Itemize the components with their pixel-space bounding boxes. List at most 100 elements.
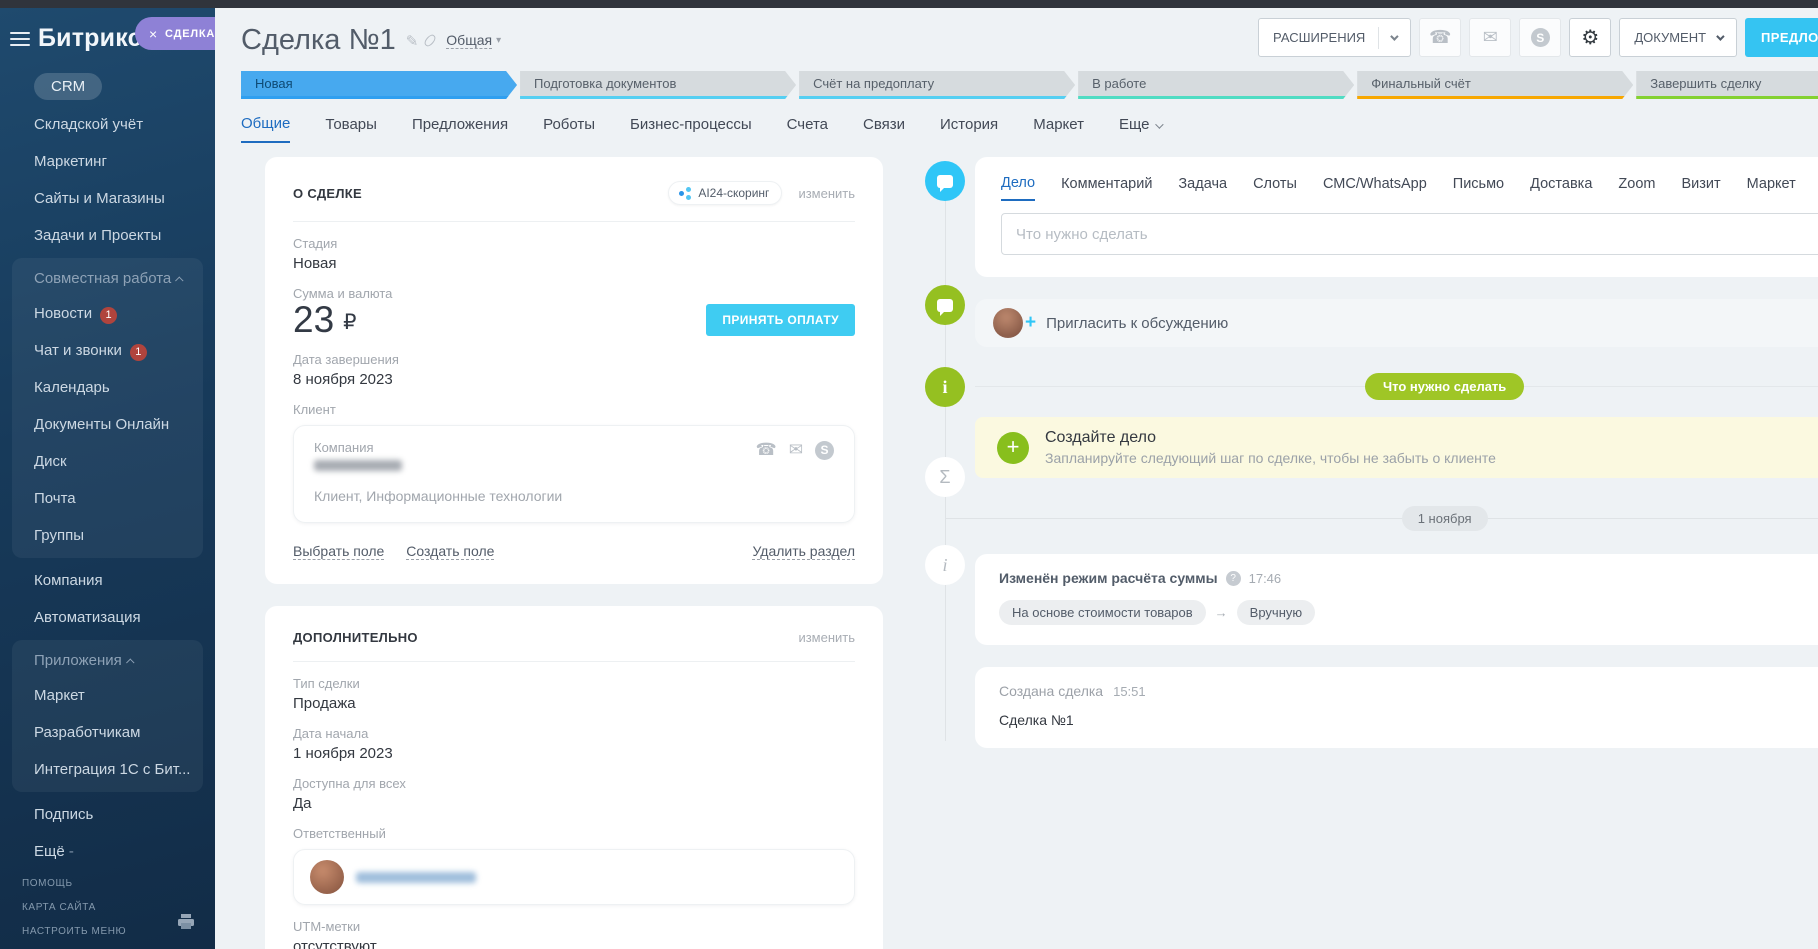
tab-quotes[interactable]: Предложения [412, 116, 508, 142]
todo-input[interactable] [1001, 213, 1818, 255]
sidebar-item-news[interactable]: Новости 1 [12, 295, 203, 332]
proposal-button[interactable]: ПРЕДЛОЖЕНИЕ [1745, 18, 1818, 57]
stage-value[interactable]: Новая [293, 255, 855, 272]
call-button[interactable]: ☎ [1419, 18, 1462, 57]
deal-type-value[interactable]: Продажа [293, 695, 855, 712]
stage-close-deal[interactable]: Завершить сделку [1636, 71, 1818, 99]
tab-invoices[interactable]: Счета [787, 116, 828, 142]
tl-tab-visit[interactable]: Визит [1681, 176, 1720, 200]
timeline-entry-deal-created[interactable]: Создана сделка 15:51 Сделка №1 [975, 667, 1818, 748]
timeline-entry-sum-mode[interactable]: Изменён режим расчёта суммы ? 17:46 На о… [975, 554, 1818, 645]
deal-tab-chip[interactable]: × СДЕЛКА [135, 17, 215, 50]
sidebar-item-groups[interactable]: Группы [12, 517, 203, 554]
sidebar-header-collab[interactable]: Совместная работа [12, 262, 203, 295]
tl-tab-task[interactable]: Задача [1178, 176, 1227, 200]
tab-robots[interactable]: Роботы [543, 116, 595, 142]
edit-section-link[interactable]: изменить [798, 186, 855, 201]
sidebar-item-chat[interactable]: Чат и звонки 1 [12, 332, 203, 369]
stage-final-invoice[interactable]: Финальный счёт [1357, 71, 1633, 99]
sidebar-item-calendar[interactable]: Календарь [12, 369, 203, 406]
sidebar-item-crm[interactable]: CRM [34, 73, 103, 100]
sitemap-link[interactable]: КАРТА САЙТА [22, 902, 126, 913]
company-name-redacted[interactable] [314, 460, 402, 471]
sidebar-item-signature[interactable]: Подпись [12, 796, 203, 833]
tl-tab-delivery[interactable]: Доставка [1530, 176, 1592, 200]
sidebar-header-apps[interactable]: Приложения [12, 644, 203, 677]
sidebar-item-tasks[interactable]: Задачи и Проекты [12, 217, 203, 254]
hamburger-menu-icon[interactable] [10, 28, 30, 50]
1c-icon[interactable]: Ѕ [815, 440, 834, 460]
envelope-icon[interactable]: ✉ [789, 440, 803, 460]
stage-docs[interactable]: Подготовка документов [520, 71, 796, 99]
configure-menu-link[interactable]: НАСТРОИТЬ МЕНЮ [22, 926, 126, 937]
field-stage: Стадия Новая [293, 236, 855, 272]
sidebar-item-documents[interactable]: Документы Онлайн [12, 406, 203, 443]
tab-history[interactable]: История [940, 116, 998, 142]
amount-value[interactable]: 23 [293, 301, 334, 338]
chevron-down-icon[interactable] [1390, 31, 1399, 41]
close-date-value[interactable]: 8 ноября 2023 [293, 371, 855, 388]
client-card[interactable]: Компания ☎ ✉ Ѕ Клиент, Информационные те… [293, 425, 855, 523]
responsible-name-redacted[interactable] [356, 871, 476, 883]
todo-pill-button[interactable]: Что нужно сделать [1364, 372, 1525, 400]
tab-market[interactable]: Маркет [1033, 116, 1084, 142]
invite-discussion-row[interactable]: + Пригласить к обсуждению [975, 299, 1818, 347]
close-icon[interactable]: × [149, 26, 158, 42]
tl-tab-letter[interactable]: Письмо [1453, 176, 1504, 200]
sidebar-item-inventory[interactable]: Складской учёт [12, 106, 203, 143]
sidebar-item-1c-integration[interactable]: Интеграция 1С с Бит... [12, 751, 203, 788]
stage-prepay-invoice[interactable]: Счёт на предоплату [799, 71, 1075, 99]
phone-icon[interactable]: ☎ [756, 440, 777, 460]
stage-in-progress[interactable]: В работе [1078, 71, 1354, 99]
help-icon[interactable]: ? [1225, 570, 1241, 586]
settings-button[interactable]: ⚙ [1569, 18, 1612, 57]
edit-pencil-icon[interactable]: ✎ [406, 32, 419, 50]
tl-tab-market[interactable]: Маркет [1747, 176, 1796, 200]
sidebar-item-developers[interactable]: Разработчикам [12, 714, 203, 751]
pipeline-category-dropdown[interactable]: Общая [446, 32, 493, 49]
email-button[interactable]: ✉ [1469, 18, 1512, 57]
document-button[interactable]: ДОКУМЕНТ [1619, 18, 1738, 57]
tab-products[interactable]: Товары [325, 116, 377, 142]
link-icon[interactable] [423, 32, 438, 49]
tl-tab-zoom[interactable]: Zoom [1618, 176, 1655, 200]
tl-tab-slots[interactable]: Слоты [1253, 176, 1297, 200]
available-value[interactable]: Да [293, 795, 855, 812]
sidebar-item-mail[interactable]: Почта [12, 480, 203, 517]
plus-icon[interactable]: + [997, 431, 1029, 464]
create-activity-banner[interactable]: + Создайте дело Запланируйте следующий ш… [975, 417, 1818, 478]
select-field-link[interactable]: Выбрать поле [293, 543, 385, 560]
sidebar-item-disk[interactable]: Диск [12, 443, 203, 480]
tl-tab-activity[interactable]: Дело [1001, 175, 1036, 201]
tab-links[interactable]: Связи [863, 116, 905, 142]
page-title: Сделка №1 [241, 24, 396, 56]
tl-tab-sms[interactable]: СМС/WhatsApp [1323, 176, 1427, 200]
edit-section-link[interactable]: изменить [798, 630, 855, 645]
delete-section-link[interactable]: Удалить раздел [752, 543, 855, 560]
deal-tabs: Общие Товары Предложения Роботы Бизнес-п… [215, 99, 1818, 143]
ai-scoring-badge[interactable]: AI24-скоринг [668, 181, 783, 205]
tl-tab-comment[interactable]: Комментарий [1061, 176, 1152, 200]
help-link[interactable]: ПОМОЩЬ [22, 878, 126, 889]
sidebar-item-sites[interactable]: Сайты и Магазины [12, 180, 203, 217]
sidebar-item-marketing[interactable]: Маркетинг [12, 143, 203, 180]
sidebar-item-market[interactable]: Маркет [12, 677, 203, 714]
sidebar-item-automation[interactable]: Автоматизация [12, 599, 203, 636]
responsible-card[interactable] [293, 849, 855, 905]
tab-general[interactable]: Общие [241, 115, 291, 143]
stage-new[interactable]: Новая [241, 71, 517, 99]
tab-more[interactable]: Еще [1119, 116, 1164, 142]
app-logo[interactable]: Битрикс [38, 24, 142, 53]
tab-bizproc[interactable]: Бизнес-процессы [630, 116, 752, 142]
chevron-down-icon[interactable]: ▾ [496, 35, 501, 46]
create-field-link[interactable]: Создать поле [406, 543, 495, 560]
printer-icon[interactable] [177, 914, 195, 935]
sum-sigma-icon: Σ [925, 457, 965, 497]
timeline-tabs: Дело Комментарий Задача Слоты СМС/WhatsA… [1001, 175, 1818, 201]
sidebar-item-company[interactable]: Компания [12, 562, 203, 599]
invite-label: Пригласить к обсуждению [1046, 314, 1229, 332]
start-date-value[interactable]: 1 ноября 2023 [293, 745, 855, 762]
accept-payment-button[interactable]: ПРИНЯТЬ ОПЛАТУ [706, 303, 855, 336]
1c-button[interactable]: Ѕ [1519, 18, 1562, 57]
extensions-button[interactable]: РАСШИРЕНИЯ [1258, 18, 1412, 57]
